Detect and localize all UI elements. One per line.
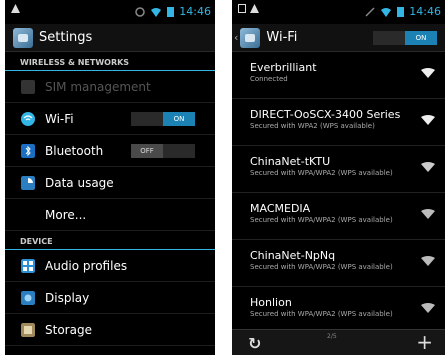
wifi-network-list: Everbrilliant Connected DIRECT-OoSCX-340… [232,52,445,334]
battery-icon [397,7,405,17]
settings-item-label: More... [45,207,87,222]
bluetooth-toggle[interactable]: OFF [131,144,195,158]
wifi-signal-icon [381,7,392,17]
status-time: 14:46 [179,5,211,18]
wifi-network-item[interactable]: ChinaNet-tKTU Secured with WPA/WPA2 (WPS… [232,146,445,193]
storage-icon [21,322,35,337]
back-chevron-icon[interactable]: ‹ [234,31,238,44]
wifi-network-item[interactable]: Everbrilliant Connected [232,52,445,99]
network-status: Secured with WPA2 (WPS available) [250,122,375,130]
wps-refresh-icon[interactable]: ↻ [248,334,261,353]
section-header-wireless: WIRELESS & NETWORKS [5,55,215,71]
status-bar: 14:46 [232,0,445,24]
wifi-network-item[interactable]: Honlion Secured with WPA/WPA2 (WPS avail… [232,287,445,334]
network-status: Connected [250,75,288,83]
battery-icon [167,7,175,17]
network-name: Honlion [250,296,292,309]
settings-item-sim-management: SIM management [5,71,215,103]
network-name: Everbrilliant [250,61,317,74]
settings-item-label: Data usage [45,175,114,190]
network-name: ChinaNet-tKTU [250,155,331,168]
wifi-strength-icon [421,209,435,219]
network-status: Secured with WPA/WPA2 (WPS available) [250,310,393,318]
toggle-state-label: OFF [131,144,163,158]
action-bar: ‹ Wi-Fi ON [232,24,445,52]
settings-item-data-usage[interactable]: Data usage [5,167,215,199]
mute-icon [365,6,375,17]
wifi-screen: 14:46 ‹ Wi-Fi ON Everbrilliant Connected… [232,0,445,355]
action-bar: Settings [5,24,215,52]
wifi-strength-icon [421,256,435,266]
settings-item-label: Wi-Fi [45,111,74,126]
toggle-state-label: ON [405,31,437,45]
audio-profiles-icon [21,258,35,273]
toggle-state-label: ON [163,112,195,126]
settings-item-label: Audio profiles [45,258,128,273]
settings-item-storage[interactable]: Storage [5,314,215,346]
settings-item-more[interactable]: More... [5,199,215,231]
settings-screen: 14:46 Settings WIRELESS & NETWORKS SIM m… [5,0,215,355]
data-usage-icon [21,175,35,190]
wifi-strength-icon [421,303,435,313]
wifi-network-item[interactable]: MACMEDIA Secured with WPA/WPA2 (WPS avai… [232,193,445,240]
settings-item-display[interactable]: Display [5,282,215,314]
warning-icon [250,4,259,13]
wifi-strength-icon [421,115,435,125]
wifi-strength-icon [421,162,435,172]
settings-item-label: Bluetooth [45,143,104,158]
settings-item-label: Storage [45,322,92,337]
settings-item-audio-profiles[interactable]: Audio profiles [5,250,215,282]
network-name: MACMEDIA [250,202,311,215]
screenshot-icon [238,4,246,13]
page-title: Wi-Fi [266,30,298,45]
network-name: DIRECT-OoSCX-3400 Series [250,108,401,121]
sim-card-icon [21,79,35,94]
network-status: Secured with WPA/WPA2 (WPS available) [250,169,393,177]
warning-icon [11,4,20,13]
settings-app-icon[interactable] [240,27,261,48]
wifi-network-item[interactable]: DIRECT-OoSCX-3400 Series Secured with WP… [232,99,445,146]
wifi-signal-icon [151,7,162,17]
more-icon [21,208,35,222]
settings-item-bluetooth[interactable]: Bluetooth OFF [5,135,215,167]
status-time: 14:46 [409,5,441,18]
add-network-icon[interactable]: + [416,330,433,354]
settings-item-label: SIM management [45,79,151,94]
bluetooth-icon [21,143,35,158]
settings-item-label: Display [45,290,90,305]
wifi-network-item[interactable]: ChinaNet-NpNq Secured with WPA/WPA2 (WPS… [232,240,445,287]
wifi-master-toggle[interactable]: ON [373,31,437,45]
wifi-strength-icon [421,68,435,78]
bottom-action-bar: ↻ 2/5 + [232,329,445,355]
settings-app-icon[interactable] [13,27,33,48]
display-icon [21,290,35,305]
section-header-device: DEVICE [5,234,215,250]
status-bar: 14:46 [5,0,215,24]
network-status: Secured with WPA/WPA2 (WPS available) [250,263,393,271]
settings-item-wifi[interactable]: Wi-Fi ON [5,103,215,135]
page-indicator: 2/5 [327,333,337,340]
sync-icon [135,6,146,17]
wifi-toggle[interactable]: ON [131,112,195,126]
page-title: Settings [39,30,93,45]
wifi-icon [21,111,35,126]
network-name: ChinaNet-NpNq [250,249,336,262]
network-status: Secured with WPA/WPA2 (WPS available) [250,216,393,224]
